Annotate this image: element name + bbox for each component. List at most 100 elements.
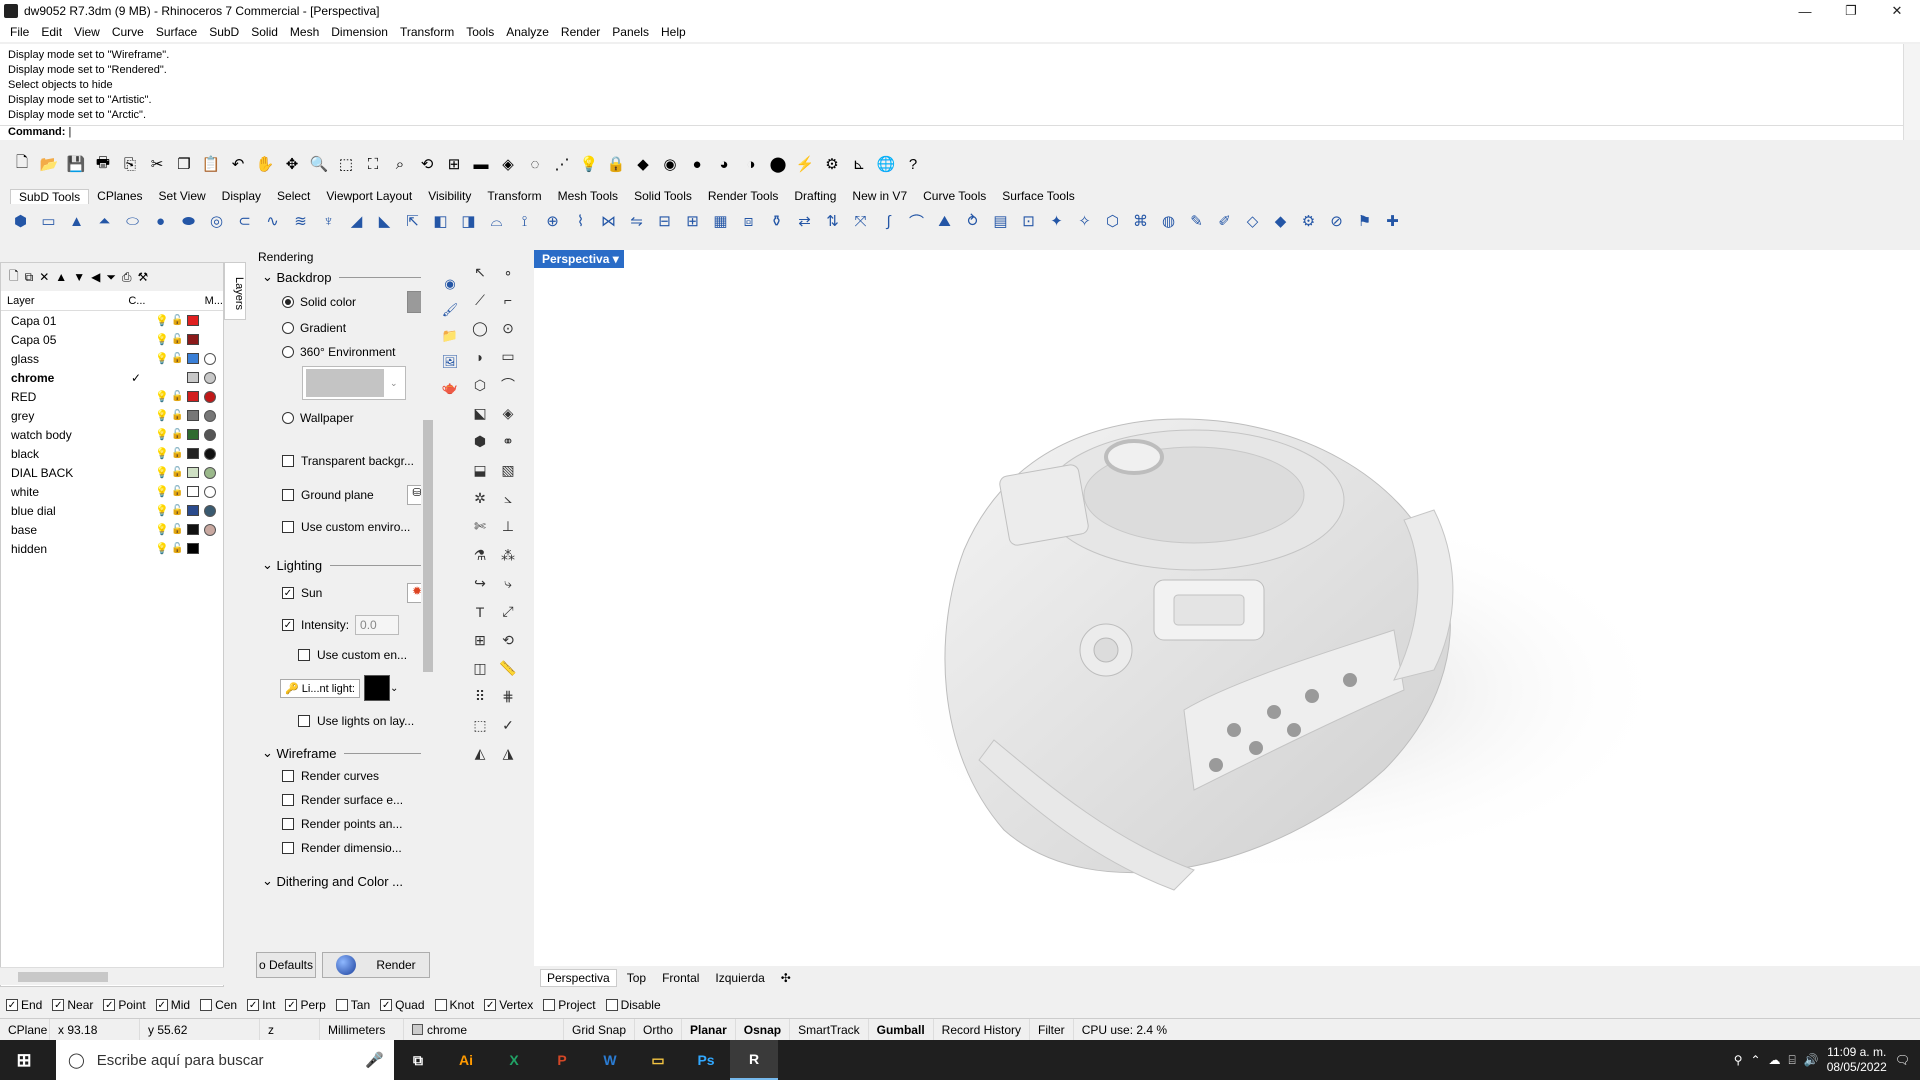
layer-material-swatch[interactable] (204, 409, 216, 422)
units-label[interactable]: Millimeters (320, 1018, 404, 1041)
layer-color-swatch[interactable] (187, 391, 199, 402)
gradient-option[interactable]: Gradient (252, 316, 437, 340)
tab-viewport-layout[interactable]: Viewport Layout (318, 189, 420, 203)
globe-icon[interactable]: 🌐 (874, 153, 898, 175)
visibility-bulb-icon[interactable]: 💡 (155, 409, 171, 422)
osnap-knot-checkbox[interactable]: Knot (434, 998, 474, 1012)
move-down-icon[interactable]: ▼ (73, 270, 85, 284)
lock-icon[interactable]: 🔓 (171, 543, 187, 554)
rotate-icon[interactable]: ⟲ (496, 628, 520, 652)
subd-skin-icon[interactable]: ◢ (344, 209, 369, 233)
layer-color-swatch[interactable] (187, 524, 199, 535)
layer-color-swatch[interactable] (187, 505, 199, 516)
undo-icon[interactable]: ↶ (226, 153, 250, 175)
environment-dropdown[interactable]: ⌄ (302, 366, 406, 400)
transparent-background-checkbox[interactable]: Transparent backgr... (252, 444, 437, 478)
subd-gold-icon[interactable]: ◆ (1268, 209, 1293, 233)
rendered-icon[interactable]: ◕ (712, 153, 736, 175)
options-icon[interactable]: ⚙ (820, 153, 844, 175)
layer-row[interactable]: glass 💡 🔓 (1, 349, 223, 368)
filter-icon[interactable]: ⏷ (106, 270, 116, 285)
tab-set-view[interactable]: Set View (151, 189, 214, 203)
subd-crease-icon[interactable]: ⋈ (596, 209, 621, 233)
layer-color-swatch[interactable] (187, 315, 199, 326)
environment-option[interactable]: 360° Environment (252, 340, 437, 364)
layer-row[interactable]: hidden 💡 🔓 (1, 539, 223, 558)
subd-sweep2-icon[interactable]: ⥁ (960, 209, 985, 233)
lock-icon[interactable]: 🔓 (171, 524, 187, 535)
ghosted-icon[interactable]: ◑ (739, 153, 763, 175)
layer-color-swatch[interactable] (187, 467, 199, 478)
ladder-icon[interactable]: ⋕ (496, 685, 520, 709)
tab-frontal[interactable]: Frontal (656, 970, 705, 986)
visibility-bulb-icon[interactable]: 💡 (155, 428, 171, 441)
subd-revolve-icon[interactable]: ♆ (316, 209, 341, 233)
layer-material-swatch[interactable] (204, 428, 216, 441)
filter-toggle[interactable]: Filter (1030, 1018, 1074, 1041)
subd-torus-icon[interactable]: ◎ (204, 209, 229, 233)
lock-icon[interactable]: 🔓 (171, 334, 187, 345)
subd-stop-icon[interactable]: ⊘ (1324, 209, 1349, 233)
backdrop-section[interactable]: ⌄ Backdrop (252, 266, 437, 288)
ortho-toggle[interactable]: Ortho (635, 1018, 683, 1041)
lock-icon[interactable]: 🔓 (171, 391, 187, 402)
gumball-toggle[interactable]: Gumball (869, 1018, 934, 1041)
subd-warp-icon[interactable]: ⌘ (1128, 209, 1153, 233)
visibility-bulb-icon[interactable]: 💡 (155, 390, 171, 403)
visibility-bulb-icon[interactable]: 💡 (155, 523, 171, 536)
solid-color-option[interactable]: Solid color (252, 288, 437, 316)
lock-icon[interactable]: 🔓 (171, 505, 187, 516)
osnap-near-checkbox[interactable]: ✓ Near (52, 998, 93, 1012)
environment-icon[interactable]: 🖼 (440, 352, 460, 372)
layer-row[interactable]: blue dial 💡 🔓 (1, 501, 223, 520)
lock-icon[interactable]: 🔒 (604, 153, 628, 175)
osnap-disable-checkbox[interactable]: Disable (605, 998, 661, 1012)
layer-material-swatch[interactable] (204, 390, 216, 403)
use-lights-checkbox[interactable]: Use lights on lay... (252, 706, 437, 736)
layers-horizontal-scrollbar[interactable] (0, 967, 224, 985)
color-wheel-icon[interactable]: ◉ (440, 274, 460, 294)
menu-subd[interactable]: SubD (203, 25, 245, 39)
new-sublayer-icon[interactable]: ⧉ (25, 270, 34, 285)
subd-thicken-icon[interactable]: ◨ (456, 209, 481, 233)
subd-sphere-icon[interactable]: ● (148, 209, 173, 233)
subd-mirror-icon[interactable]: ⇄ (792, 209, 817, 233)
color-icon[interactable]: ◉ (658, 153, 682, 175)
subd-tcone-icon[interactable]: ⏶ (92, 209, 117, 233)
layer-row[interactable]: Capa 05 💡 🔓 (1, 330, 223, 349)
viewport-menu-chevron-icon[interactable]: ▾ (613, 252, 619, 266)
visibility-bulb-icon[interactable]: 💡 (155, 504, 171, 517)
tab-render-tools[interactable]: Render Tools (700, 189, 787, 203)
subd-loft-icon[interactable]: ∿ (260, 209, 285, 233)
fillet-curve-icon[interactable]: ⌒ (496, 373, 520, 397)
menu-solid[interactable]: Solid (245, 25, 284, 39)
lock-icon[interactable]: 🔓 (171, 448, 187, 459)
layer-row[interactable]: chrome ✓ (1, 368, 223, 387)
tray-chevron-icon[interactable]: ⌃ (1750, 1053, 1760, 1067)
files-icon[interactable]: 📁 (440, 326, 460, 346)
notifications-icon[interactable]: 🗨 (1895, 1053, 1910, 1067)
layer-row[interactable]: DIAL BACK 💡 🔓 (1, 463, 223, 482)
subd-cone-icon[interactable]: ▲ (64, 209, 89, 233)
tools-icon[interactable]: ⚒ (138, 270, 149, 284)
command-scrollbar[interactable] (1903, 44, 1920, 140)
command-input[interactable]: Command: | (0, 125, 1920, 140)
subd-tube-icon[interactable]: ⊂ (232, 209, 257, 233)
clock[interactable]: 11:09 a. m. 08/05/2022 (1827, 1045, 1887, 1075)
lock-icon[interactable]: 🔓 (171, 486, 187, 497)
select-arrow-icon[interactable]: ↖ (468, 260, 492, 284)
help-icon[interactable]: ? (901, 153, 925, 175)
layer-material-swatch[interactable] (204, 352, 216, 365)
menu-surface[interactable]: Surface (150, 25, 203, 39)
layer-row[interactable]: RED 💡 🔓 (1, 387, 223, 406)
solid-box-icon[interactable]: ◫ (468, 657, 492, 681)
zoom-icon[interactable]: 🔍 (307, 153, 331, 175)
new-layer-icon[interactable]: 🗋 (9, 267, 19, 288)
people-icon[interactable]: ⚲ (1734, 1053, 1743, 1067)
layer-row[interactable]: white 💡 🔓 (1, 482, 223, 501)
subd-cage-icon[interactable]: ◇ (1240, 209, 1265, 233)
rectangle-icon[interactable]: ▭ (496, 345, 520, 369)
menu-panels[interactable]: Panels (606, 25, 655, 39)
ellipse-icon[interactable]: ⊙ (496, 317, 520, 341)
grid-array-icon[interactable]: ⠿ (468, 685, 492, 709)
